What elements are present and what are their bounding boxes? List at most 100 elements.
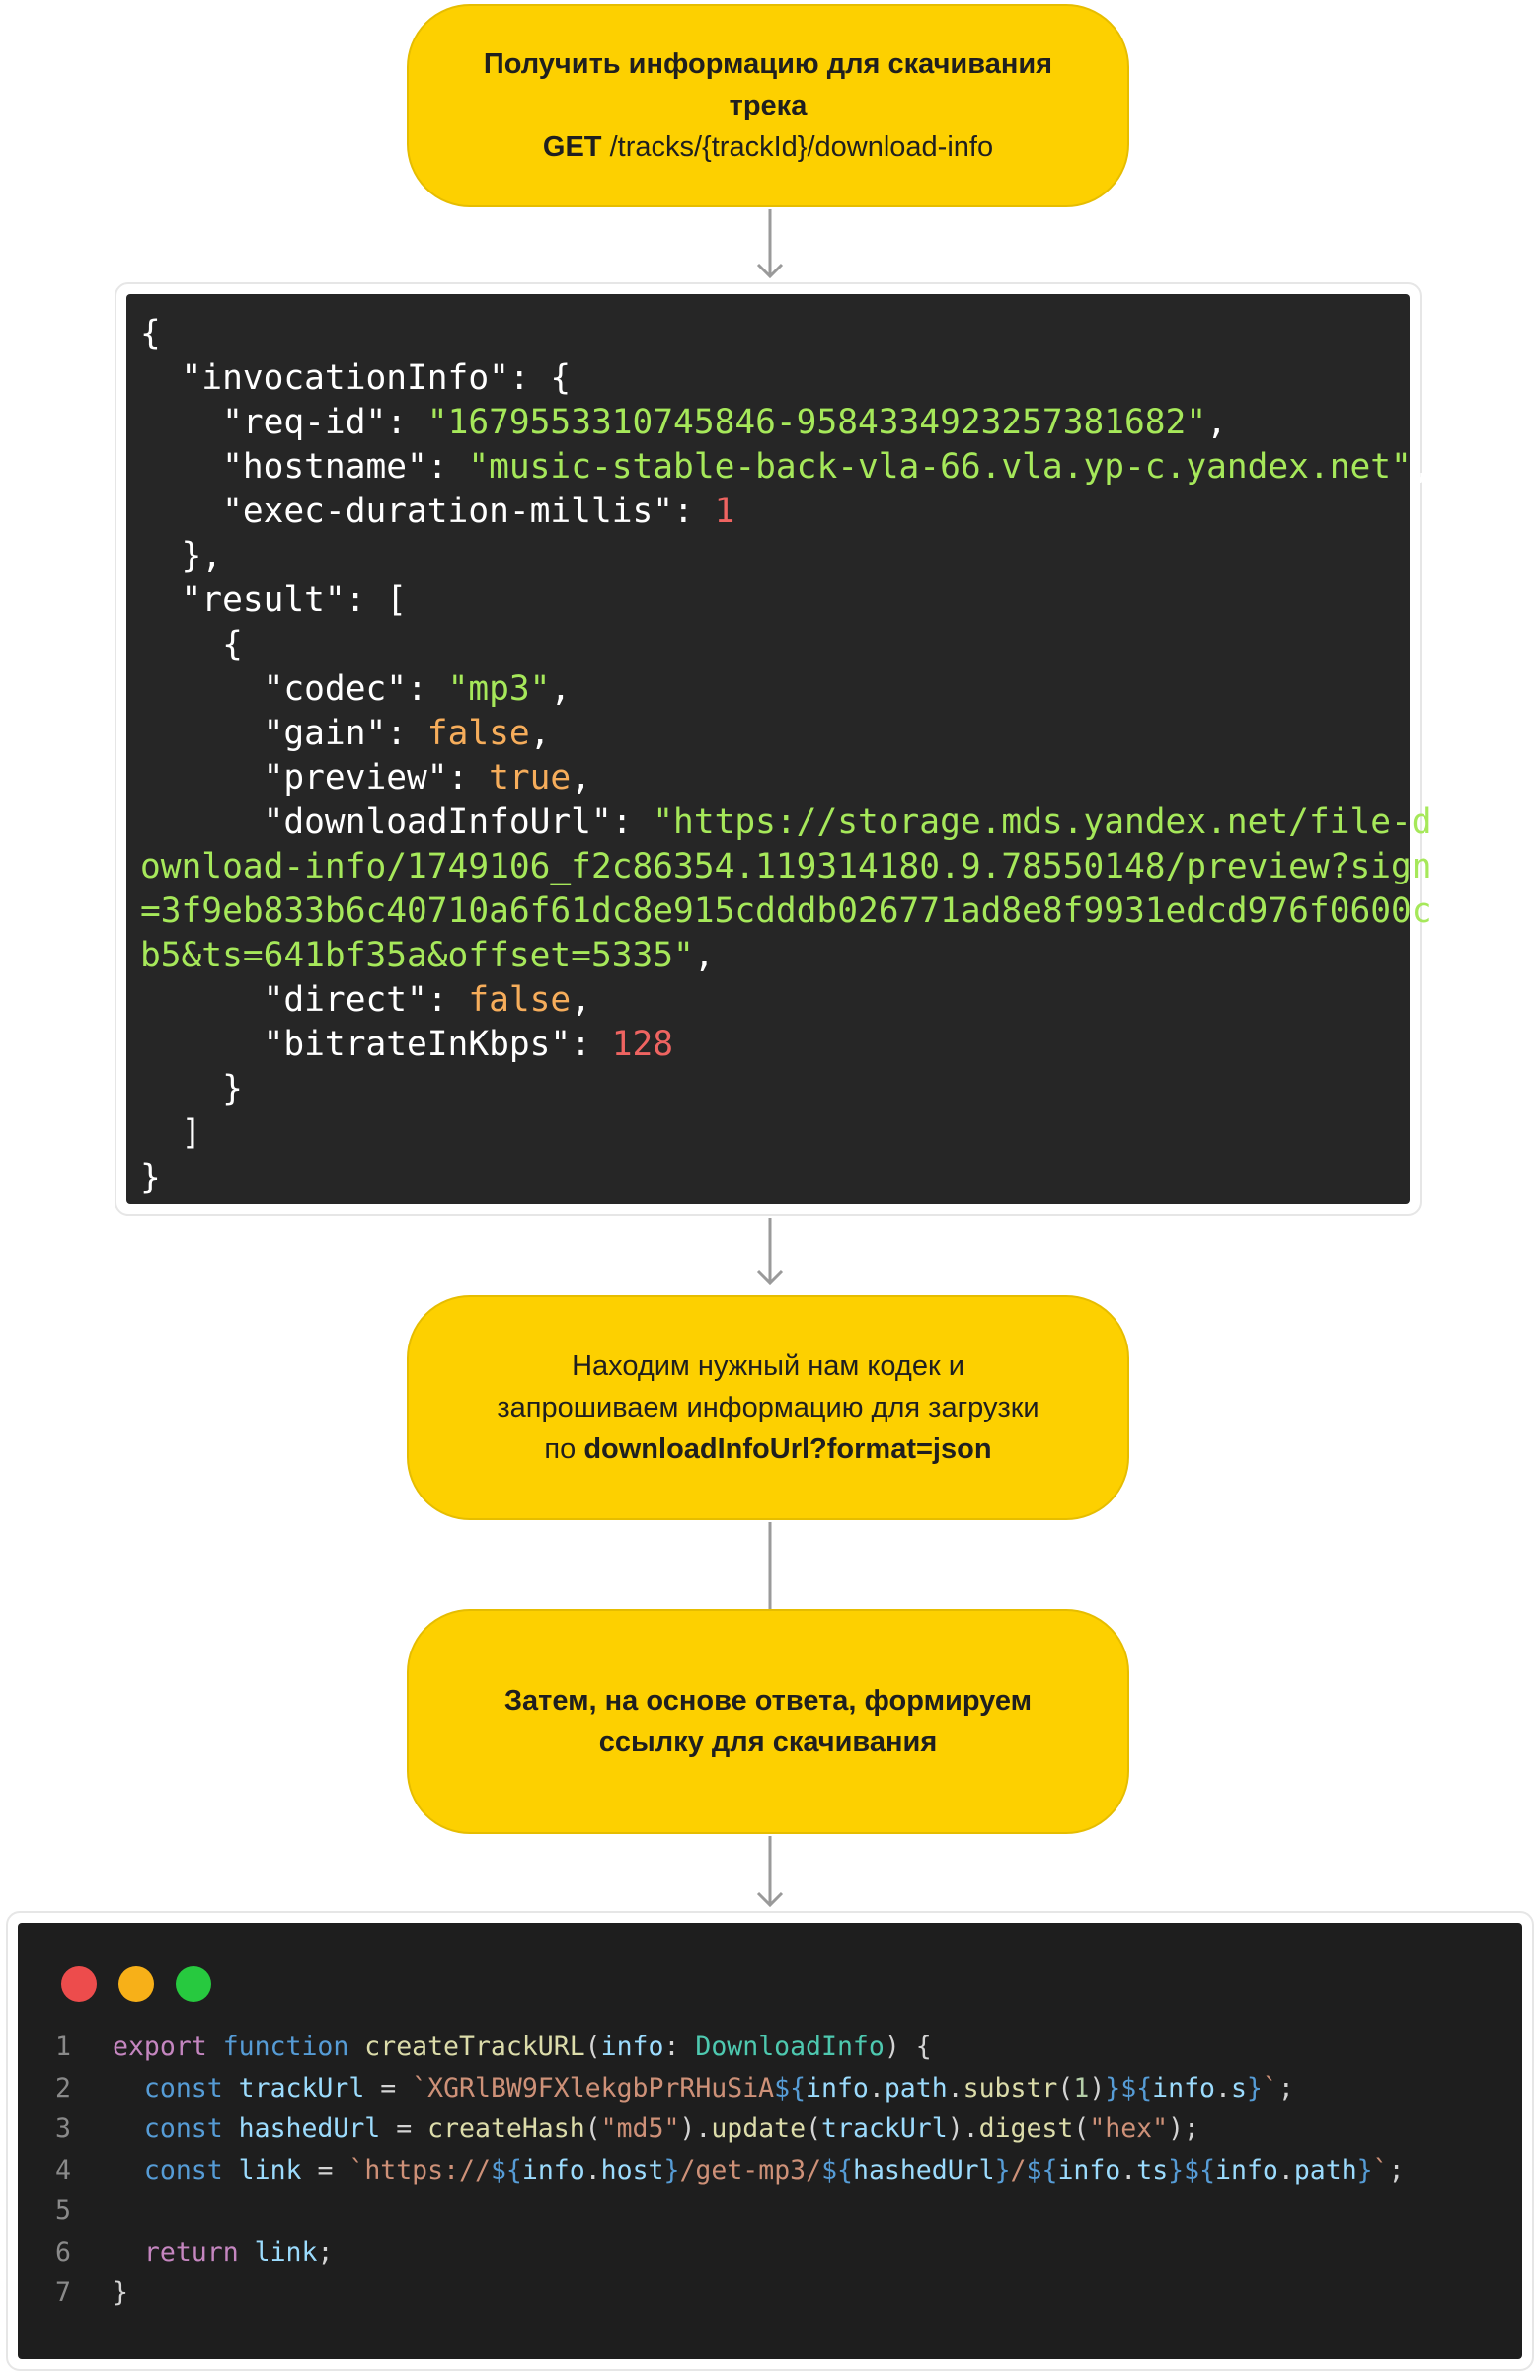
- json-line: ]: [140, 1113, 202, 1153]
- json-token: ,: [550, 669, 572, 709]
- json-line: "gain": false,: [140, 714, 551, 753]
- close-dot-icon[interactable]: [61, 1966, 97, 2002]
- code-token: .: [1120, 2154, 1137, 2186]
- code-token: .: [1277, 2154, 1294, 2186]
- code-token: ).: [947, 2113, 979, 2144]
- json-line: =3f9eb833b6c40710a6f61dc8e915cdddb026771…: [140, 891, 1432, 931]
- maximize-dot-icon[interactable]: [176, 1966, 211, 2002]
- code-token: ;: [1388, 2154, 1405, 2186]
- json-token: ]: [140, 1113, 202, 1153]
- code-token: /get-mp3/: [679, 2154, 822, 2186]
- flow-arrow: [755, 1836, 784, 1909]
- json-token: false: [468, 980, 572, 1020]
- json-line: "direct": false,: [140, 980, 591, 1020]
- json-line: "preview": true,: [140, 758, 591, 798]
- code-token: info: [1215, 2154, 1278, 2186]
- json-token: "mp3": [447, 669, 551, 709]
- json-token: ,: [529, 714, 551, 753]
- line-number: 1: [55, 2032, 71, 2062]
- code-token: }${: [1105, 2072, 1153, 2104]
- code-token: `: [1372, 2154, 1389, 2186]
- json-line: "downloadInfoUrl": "https://storage.mds.…: [140, 803, 1432, 842]
- code-token: digest: [978, 2113, 1074, 2144]
- code-token: (: [1073, 2113, 1090, 2144]
- json-line: "hostname": "music-stable-back-vla-66.vl…: [140, 447, 1432, 487]
- code-token: path: [884, 2072, 948, 2104]
- node-text-line: трека: [729, 90, 808, 121]
- json-response-code: { "invocationInfo": { "req-id": "1679553…: [140, 312, 1432, 1200]
- code-token: trackUrl: [238, 2072, 365, 2104]
- code-line: 6 return link;: [55, 2232, 1405, 2273]
- code-token: ): [1089, 2072, 1106, 2104]
- code-token: s: [1230, 2072, 1247, 2104]
- code-token: update: [711, 2113, 807, 2144]
- json-line: },: [140, 536, 223, 576]
- code-token: ${: [821, 2154, 853, 2186]
- code-line: 3 const hashedUrl = createHash("md5").up…: [55, 2109, 1405, 2150]
- line-number: 7: [55, 2277, 71, 2308]
- json-token: },: [140, 536, 223, 576]
- code-token: }: [663, 2154, 680, 2186]
- window-controls: [61, 1966, 211, 2002]
- code-token: ;: [1277, 2072, 1294, 2104]
- json-line: "codec": "mp3",: [140, 669, 572, 709]
- json-token: "hostname":: [140, 447, 469, 487]
- code-token: ${: [490, 2154, 522, 2186]
- json-line: {: [140, 314, 161, 353]
- code-token: const: [143, 2072, 239, 2104]
- code-token: .: [1214, 2072, 1231, 2104]
- line-number: 4: [55, 2154, 71, 2186]
- json-token: true: [489, 758, 572, 798]
- json-token: b5&ts=641bf35a&offset=5335": [140, 936, 694, 975]
- code-token: trackUrl: [821, 2113, 948, 2144]
- code-token: ;: [317, 2236, 334, 2267]
- json-line: {: [140, 625, 243, 664]
- code-token: (: [584, 2032, 601, 2062]
- code-editor-frame: 1 export function createTrackURL(info: Do…: [6, 1911, 1534, 2371]
- code-line: 4 const link = `https://${info.host}/get…: [55, 2150, 1405, 2191]
- code-token: (: [1057, 2072, 1074, 2104]
- code-token: }: [1356, 2154, 1373, 2186]
- code-line: 1 export function createTrackURL(info: Do…: [55, 2027, 1405, 2068]
- code-token: }: [113, 2277, 128, 2308]
- code-token: ${: [774, 2072, 807, 2104]
- code-token: function: [222, 2032, 365, 2062]
- download-info-url-param: downloadInfoUrl?format=json: [583, 1433, 992, 1465]
- code-token: }${: [1168, 2154, 1216, 2186]
- node-text-line: запрошиваем информацию для загрузки: [497, 1392, 1040, 1423]
- code-line: 5: [55, 2190, 1405, 2232]
- json-response-frame: { "invocationInfo": { "req-id": "1679553…: [115, 282, 1432, 1216]
- json-token: "invocationInfo": {: [140, 358, 572, 398]
- node-text-prefix: по: [544, 1433, 584, 1465]
- json-token: "preview":: [140, 758, 490, 798]
- code-token: (: [806, 2113, 822, 2144]
- flow-node-build-link: Затем, на основе ответа, формируем ссылк…: [407, 1609, 1129, 1834]
- json-token: "codec":: [140, 669, 448, 709]
- http-method: GET: [542, 131, 602, 163]
- code-line: 2 const trackUrl = `XGRlBW9FXlekgbPrRHuS…: [55, 2068, 1405, 2110]
- code-token: =: [301, 2154, 349, 2186]
- code-token: DownloadInfo: [695, 2032, 885, 2062]
- code-token: .: [947, 2072, 963, 2104]
- node-text-line: Находим нужный нам кодек и: [572, 1350, 964, 1382]
- json-token: }: [140, 1158, 161, 1197]
- node-endpoint: GET /tracks/{trackId}/download-info: [543, 126, 993, 168]
- code-editor: 1 export function createTrackURL(info: Do…: [18, 1923, 1522, 2359]
- json-line: }: [140, 1158, 161, 1197]
- code-token: hashedUrl: [852, 2154, 995, 2186]
- json-token: "req-id":: [140, 403, 427, 442]
- json-token: "exec-duration-millis":: [140, 492, 715, 531]
- minimize-dot-icon[interactable]: [118, 1966, 154, 2002]
- json-token: "result": [: [140, 580, 408, 620]
- code-token: ts: [1136, 2154, 1169, 2186]
- json-token: "bitrateInKbps":: [140, 1025, 612, 1064]
- flow-arrow: [755, 1218, 784, 1287]
- json-token: ownload-info/1749106_f2c86354.119314180.…: [140, 847, 1432, 886]
- code-token: return: [143, 2236, 255, 2267]
- endpoint-path: /tracks/{trackId}/download-info: [601, 131, 994, 163]
- code-token: ${: [1026, 2154, 1058, 2186]
- flow-arrow: [755, 209, 784, 280]
